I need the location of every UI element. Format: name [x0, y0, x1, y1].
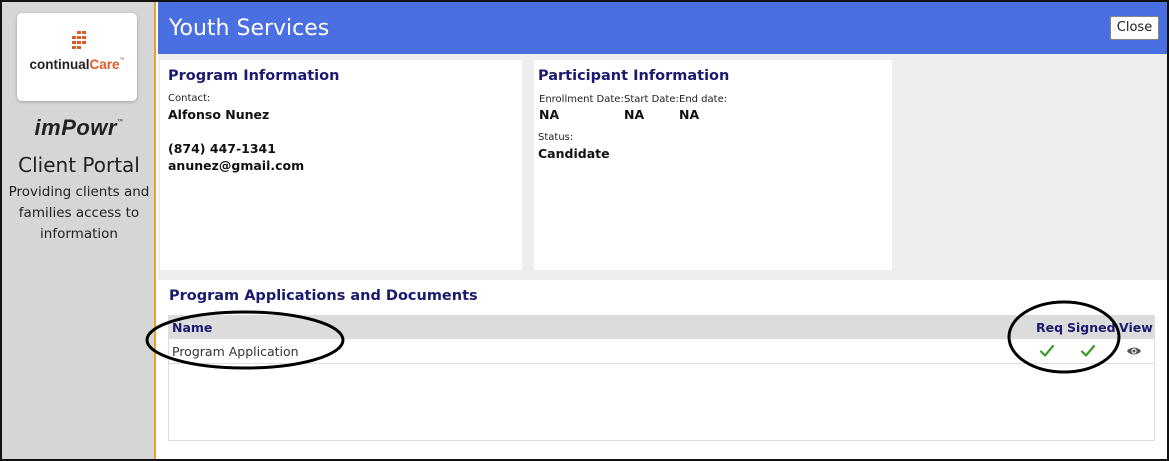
start-date-label: Start Date: — [624, 94, 679, 105]
status-label: Status: — [538, 132, 574, 143]
logo-wordmark: continualCare™ — [29, 57, 125, 72]
documents-section: Program Applications and Documents Name … — [158, 280, 1167, 459]
portal-title: Client Portal — [18, 153, 140, 177]
continualcare-logo: continualCare™ — [17, 13, 137, 101]
close-button[interactable]: Close — [1110, 16, 1159, 40]
enrollment-date-value: NA — [539, 107, 560, 122]
column-signed[interactable]: Signed — [1067, 320, 1116, 335]
column-name[interactable]: Name — [172, 320, 212, 335]
contact-name: Alfonso Nunez — [168, 107, 270, 122]
end-date-label: End date: — [679, 94, 728, 105]
participant-information-card: Participant Information Enrollment Date:… — [534, 60, 892, 270]
table-row[interactable]: Program Application — [169, 339, 1154, 364]
program-information-card: Program Information Contact: Alfonso Nun… — [160, 60, 522, 270]
contact-phone: (874) 447-1341 — [168, 141, 276, 156]
status-value: Candidate — [538, 146, 610, 161]
column-view[interactable]: View — [1119, 320, 1153, 335]
main-panel: Youth Services Close Program Information… — [158, 2, 1167, 459]
contact-email: anunez@gmail.com — [168, 158, 305, 173]
enrollment-date-label: Enrollment Date: — [539, 94, 624, 105]
header-bar: Youth Services Close — [158, 2, 1167, 54]
portal-subtitle: Providing clients and families access to… — [8, 184, 150, 242]
document-name[interactable]: Program Application — [172, 344, 299, 359]
program-information-title: Program Information — [168, 68, 340, 84]
start-date-value: NA — [624, 107, 645, 122]
signed-check-icon — [1080, 344, 1096, 357]
documents-title: Program Applications and Documents — [169, 288, 478, 304]
column-req[interactable]: Req — [1036, 320, 1063, 335]
documents-table: Name Req Signed View Program Application — [168, 315, 1155, 441]
contact-label: Contact: — [168, 93, 211, 104]
sidebar: continualCare™ imPowr™ Client Portal Pro… — [2, 2, 156, 459]
table-header: Name Req Signed View — [169, 316, 1154, 339]
page-title: Youth Services — [169, 16, 330, 41]
end-date-value: NA — [679, 107, 700, 122]
continualcare-logo-mark-icon — [72, 31, 86, 49]
req-check-icon — [1039, 344, 1055, 357]
impowr-brand: imPowr™ — [34, 115, 124, 140]
participant-information-title: Participant Information — [538, 68, 730, 84]
eye-icon[interactable] — [1126, 344, 1142, 358]
